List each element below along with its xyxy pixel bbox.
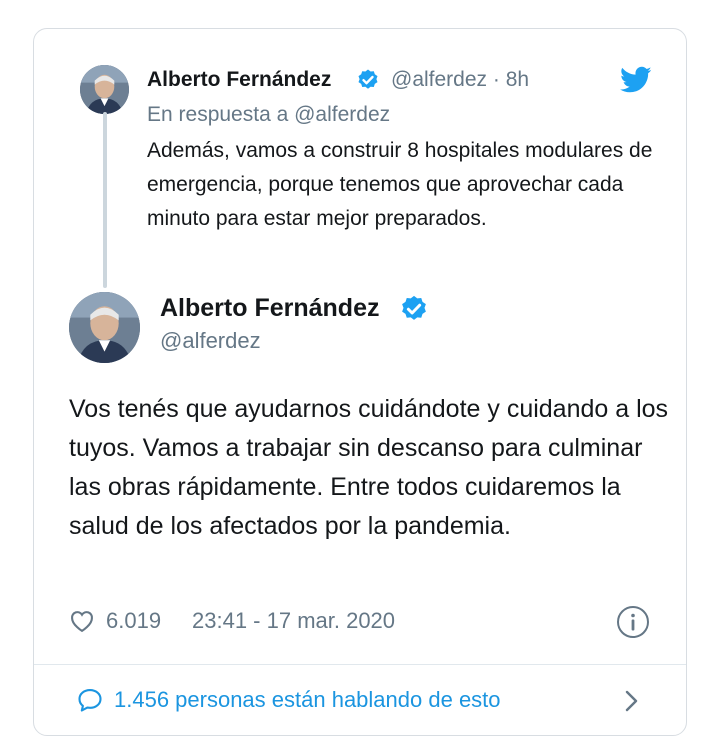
avatar[interactable]	[80, 65, 129, 114]
reply-to-label[interactable]: En respuesta a @alferdez	[147, 103, 390, 127]
info-icon[interactable]	[616, 605, 650, 639]
tweet-text: Vos tenés que ayudarnos cuidándote y cui…	[69, 395, 669, 540]
author-name[interactable]: Alberto Fernández	[160, 294, 379, 323]
parent-author-name[interactable]: Alberto Fernández	[147, 68, 331, 92]
twitter-bird-icon[interactable]	[620, 66, 652, 94]
comment-bubble-icon[interactable]	[76, 686, 104, 714]
heart-icon[interactable]	[68, 607, 96, 635]
parent-handle-time[interactable]: @alferdez · 8h	[391, 68, 529, 92]
parent-tweet-text: Además, vamos a construir 8 hospitales m…	[147, 139, 653, 230]
divider	[34, 664, 686, 665]
conversation-link[interactable]: 1.456 personas están hablando de esto	[114, 687, 501, 713]
tweet-timestamp[interactable]: 23:41 - 17 mar. 2020	[192, 608, 395, 634]
author-handle[interactable]: @alferdez	[160, 328, 261, 354]
verified-badge-icon	[356, 68, 380, 92]
verified-badge-icon	[399, 294, 429, 324]
like-count[interactable]: 6.019	[106, 608, 161, 634]
chevron-right-icon[interactable]	[620, 688, 642, 714]
avatar[interactable]	[69, 292, 140, 363]
thread-connector-line	[103, 112, 107, 288]
